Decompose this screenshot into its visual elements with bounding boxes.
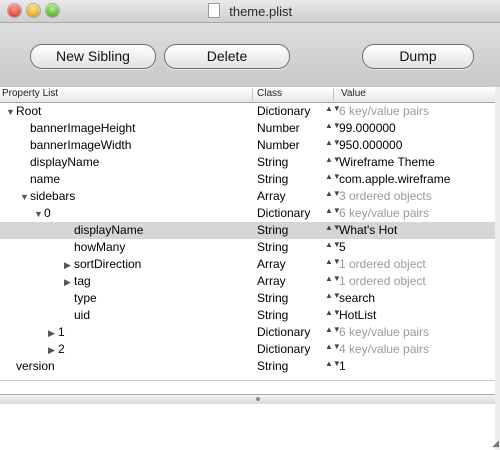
disclosure-collapsed-icon[interactable]: ▶ — [48, 325, 58, 342]
row-value[interactable]: 6 key/value pairs — [339, 103, 429, 120]
delete-button[interactable]: Delete — [164, 44, 290, 69]
row-key: Root — [16, 104, 42, 118]
outline-bottom-border — [0, 380, 495, 381]
row-class[interactable]: Dictionary — [257, 324, 310, 341]
row-class[interactable]: Number — [257, 137, 300, 154]
outline-row[interactable]: ▶ tag Array ▲▼ 1 ordered object — [0, 273, 495, 290]
row-key: displayName — [30, 155, 100, 169]
row-value[interactable]: 6 key/value pairs — [339, 205, 429, 222]
row-class[interactable]: Dictionary — [257, 205, 310, 222]
outline-header: Property List Class Value — [0, 87, 495, 103]
row-key: howMany — [74, 240, 126, 254]
row-value[interactable]: 99.000000 — [339, 120, 396, 137]
outline-row[interactable]: bannerImageHeight Number ▲▼ 99.000000 — [0, 120, 495, 137]
title-bar: theme.plist — [0, 0, 500, 23]
row-key: uid — [74, 308, 91, 322]
row-key-cell: ▼Root — [0, 103, 41, 121]
dump-output-area[interactable] — [0, 404, 495, 450]
row-key-cell: ▶ 2 — [0, 341, 65, 359]
document-icon — [207, 3, 220, 18]
disclosure-collapsed-icon[interactable]: ▶ — [64, 274, 74, 291]
outline-row[interactable]: ▶ 2 Dictionary ▲▼ 4 key/value pairs — [0, 341, 495, 358]
row-class[interactable]: Dictionary — [257, 103, 310, 120]
toolbar: New Sibling Delete Dump — [0, 23, 500, 88]
outline-row-selected[interactable]: displayName String ▲▼ What's Hot — [0, 222, 495, 239]
row-key: 0 — [44, 206, 51, 220]
row-key: type — [74, 291, 97, 305]
row-key: bannerImageHeight — [30, 121, 136, 135]
plist-editor-window: theme.plist New Sibling Delete Dump Prop… — [0, 0, 500, 450]
outline-row[interactable]: ▶ sortDirection Array ▲▼ 1 ordered object — [0, 256, 495, 273]
row-value[interactable]: Wireframe Theme — [339, 154, 435, 171]
outline-row[interactable]: name String ▲▼ com.apple.wireframe — [0, 171, 495, 188]
row-class[interactable]: String — [257, 171, 288, 188]
row-class[interactable]: Number — [257, 120, 300, 137]
row-key: tag — [74, 274, 91, 288]
row-class[interactable]: String — [257, 290, 288, 307]
disclosure-expanded-icon[interactable]: ▼ — [20, 189, 30, 206]
property-outline: ▼Root Dictionary ▲▼ 6 key/value pairs ba… — [0, 103, 495, 375]
row-value[interactable]: 1 ordered object — [339, 256, 426, 273]
new-sibling-button[interactable]: New Sibling — [30, 44, 156, 69]
outline-row[interactable]: ▶ 1 Dictionary ▲▼ 6 key/value pairs — [0, 324, 495, 341]
row-value[interactable]: 1 — [339, 358, 346, 375]
row-key: sidebars — [30, 189, 76, 203]
row-class[interactable]: Array — [257, 273, 286, 290]
row-value[interactable]: 1 ordered object — [339, 273, 426, 290]
row-value[interactable]: What's Hot — [339, 222, 397, 239]
row-value[interactable]: HotList — [339, 307, 376, 324]
outline-row[interactable]: displayName String ▲▼ Wireframe Theme — [0, 154, 495, 171]
outline-row[interactable]: howMany String ▲▼ 5 — [0, 239, 495, 256]
dump-button[interactable]: Dump — [362, 44, 474, 69]
outline-row[interactable]: type String ▲▼ search — [0, 290, 495, 307]
row-value[interactable]: 3 ordered objects — [339, 188, 432, 205]
resize-grip-icon[interactable]: ◢ — [492, 438, 499, 449]
row-class[interactable]: Dictionary — [257, 341, 310, 358]
row-class[interactable]: String — [257, 222, 288, 239]
outline-row[interactable]: ▼0 Dictionary ▲▼ 6 key/value pairs — [0, 205, 495, 222]
row-key: 1 — [58, 325, 65, 339]
row-class[interactable]: String — [257, 358, 288, 375]
row-class[interactable]: String — [257, 154, 288, 171]
window-title-area: theme.plist — [0, 3, 500, 19]
row-key-cell: ▼sidebars — [0, 188, 75, 206]
column-header-value[interactable]: Value — [341, 88, 491, 101]
disclosure-expanded-icon[interactable]: ▼ — [34, 206, 44, 223]
row-class[interactable]: String — [257, 239, 288, 256]
row-key: version — [16, 359, 55, 373]
outline-row[interactable]: uid String ▲▼ HotList — [0, 307, 495, 324]
row-value[interactable]: 6 key/value pairs — [339, 324, 429, 341]
column-header-class[interactable]: Class — [257, 88, 334, 101]
outline-row[interactable]: bannerImageWidth Number ▲▼ 950.000000 — [0, 137, 495, 154]
row-class[interactable]: Array — [257, 188, 286, 205]
disclosure-collapsed-icon[interactable]: ▶ — [48, 342, 58, 359]
column-header-property-list[interactable]: Property List — [2, 88, 253, 101]
row-value[interactable]: 5 — [339, 239, 346, 256]
row-key: displayName — [74, 223, 144, 237]
row-value[interactable]: com.apple.wireframe — [339, 171, 450, 188]
row-key-cell: ▼0 — [0, 205, 51, 223]
row-class[interactable]: String — [257, 307, 288, 324]
row-class[interactable]: Array — [257, 256, 286, 273]
divider-grip-icon[interactable] — [256, 397, 260, 401]
row-value[interactable]: 950.000000 — [339, 137, 402, 154]
row-key: bannerImageWidth — [30, 138, 132, 152]
row-key-cell: ▶ sortDirection — [0, 256, 141, 274]
vertical-scrollbar[interactable] — [495, 87, 500, 450]
row-key-cell: ▶ tag — [0, 273, 91, 291]
outline-row[interactable]: version String ▲▼ 1 — [0, 358, 495, 375]
disclosure-collapsed-icon[interactable]: ▶ — [64, 257, 74, 274]
window-title: theme.plist — [229, 4, 293, 19]
disclosure-expanded-icon[interactable]: ▼ — [6, 104, 16, 121]
row-value[interactable]: 4 key/value pairs — [339, 341, 429, 358]
outline-row[interactable]: ▼sidebars Array ▲▼ 3 ordered objects — [0, 188, 495, 205]
row-value[interactable]: search — [339, 290, 375, 307]
row-key: 2 — [58, 342, 65, 356]
row-key: sortDirection — [74, 257, 142, 271]
row-key: name — [30, 172, 61, 186]
outline-row[interactable]: ▼Root Dictionary ▲▼ 6 key/value pairs — [0, 103, 495, 120]
row-key-cell: ▶ 1 — [0, 324, 65, 342]
